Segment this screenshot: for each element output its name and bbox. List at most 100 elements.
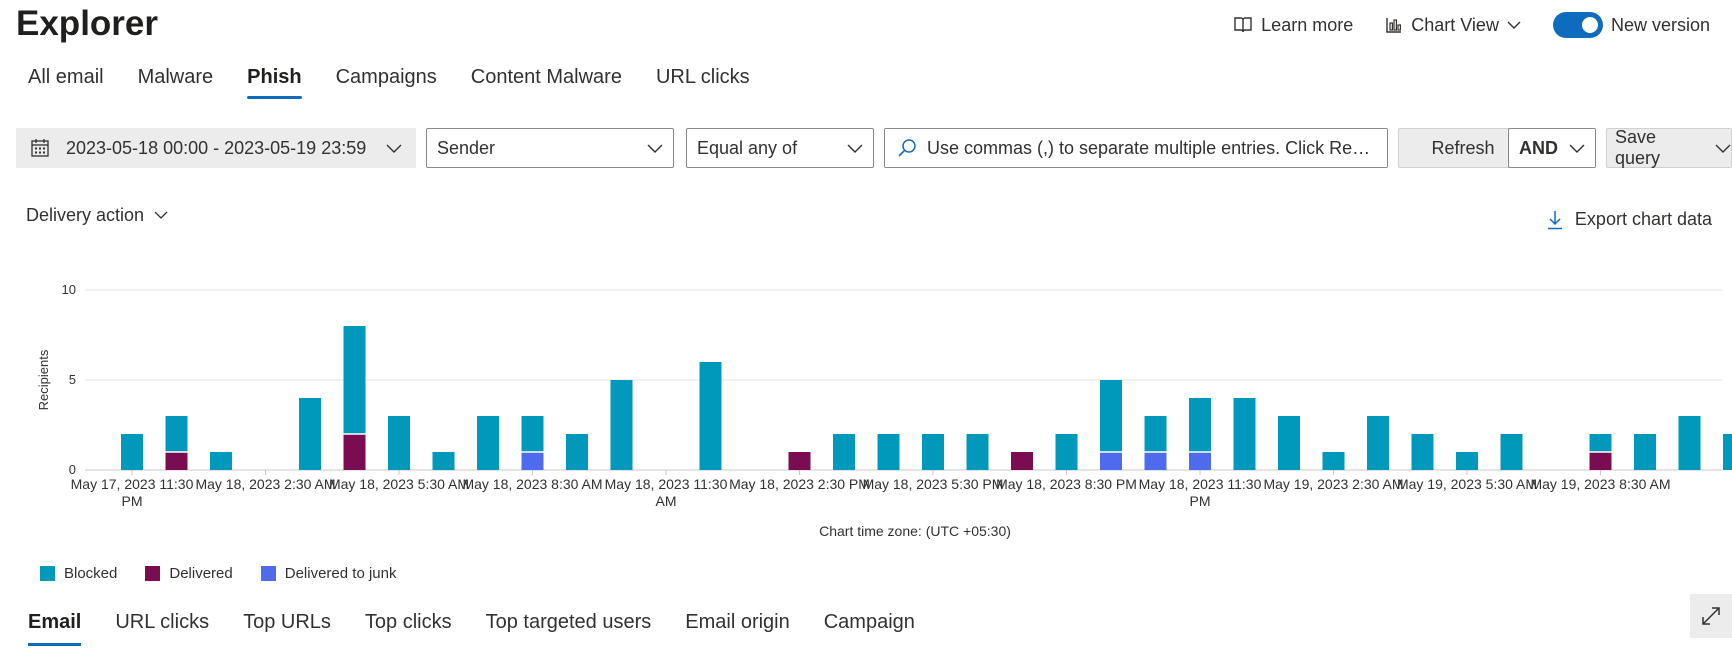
results-tabs: Email URL clicks Top URLs Top clicks Top…: [28, 611, 915, 646]
tab-top-urls[interactable]: Top URLs: [243, 611, 331, 646]
tab-email-origin[interactable]: Email origin: [685, 611, 789, 646]
group-by-dropdown[interactable]: Delivery action: [26, 205, 168, 226]
bar-blocked: [1189, 398, 1211, 452]
x-tick-label: May 17, 2023 11:30: [71, 476, 194, 492]
new-version-toggle[interactable]: New version: [1552, 12, 1710, 38]
y-tick-label: 5: [69, 372, 76, 387]
bar-blocked: [121, 434, 143, 470]
legend-label-delivered-to-junk: Delivered to junk: [284, 565, 397, 582]
bar-blocked: [388, 416, 410, 470]
bar-blocked: [343, 326, 366, 434]
tab-campaigns[interactable]: Campaigns: [336, 66, 437, 99]
export-chart-data-button[interactable]: Export chart data: [1547, 209, 1712, 230]
bar-delivered: [788, 452, 811, 470]
tab-url-clicks[interactable]: URL clicks: [656, 66, 750, 99]
field-dropdown[interactable]: Sender: [426, 128, 674, 168]
bar-blocked: [1233, 398, 1256, 470]
bar-delivered: [165, 452, 188, 470]
chevron-down-icon: [154, 211, 168, 220]
bar-blocked: [521, 416, 544, 452]
tab-email[interactable]: Email: [28, 611, 82, 646]
x-tick-label: May 18, 2023 2:30 PM: [729, 476, 870, 492]
chart-view-dropdown[interactable]: Chart View: [1385, 15, 1521, 36]
bar-delivered-to-junk: [1189, 452, 1211, 470]
bar-blocked: [1100, 380, 1122, 452]
chart-view-label: Chart View: [1411, 14, 1499, 35]
chevron-down-icon: [1569, 143, 1585, 153]
new-version-label: New version: [1610, 14, 1710, 35]
tab-url-clicks-results[interactable]: URL clicks: [115, 611, 209, 646]
chevron-down-icon: [1715, 143, 1731, 153]
field-value: Sender: [437, 137, 496, 158]
expand-icon: [1700, 605, 1722, 627]
x-tick-label: May 18, 2023 11:30: [605, 476, 728, 492]
x-tick-label: May 18, 2023 8:30 PM: [996, 476, 1137, 492]
tab-all-email[interactable]: All email: [28, 66, 104, 99]
date-range-value: 2023-05-18 00:00 - 2023-05-19 23:59: [66, 137, 367, 158]
book-icon: [1233, 16, 1253, 34]
bar-blocked: [1278, 416, 1300, 470]
bar-delivered-to-junk: [1100, 452, 1122, 470]
tab-top-clicks[interactable]: Top clicks: [365, 611, 452, 646]
legend-swatch-delivered-to-junk: [260, 566, 276, 581]
bar-blocked: [210, 452, 232, 470]
bar-blocked: [1144, 416, 1167, 452]
bar-blocked: [432, 452, 455, 470]
logic-dropdown[interactable]: AND: [1508, 128, 1596, 168]
bar-delivered-to-junk: [521, 452, 544, 470]
chart-legend: Blocked Delivered Delivered to junk: [40, 565, 396, 582]
y-tick-label: 0: [69, 462, 76, 477]
legend-label-blocked: Blocked: [64, 565, 118, 582]
chevron-down-icon: [1507, 20, 1521, 30]
tab-top-targeted-users[interactable]: Top targeted users: [486, 611, 652, 646]
bar-blocked: [877, 434, 900, 470]
date-range-picker[interactable]: 2023-05-18 00:00 - 2023-05-19 23:59: [16, 128, 416, 168]
group-by-label: Delivery action: [26, 205, 145, 225]
learn-more-link[interactable]: Learn more: [1233, 15, 1353, 36]
export-label: Export chart data: [1574, 209, 1712, 229]
tab-malware[interactable]: Malware: [138, 66, 214, 99]
page-title: Explorer: [16, 4, 158, 43]
toggle-switch[interactable]: [1552, 12, 1603, 38]
operator-value: Equal any of: [697, 137, 798, 158]
tab-campaign[interactable]: Campaign: [824, 611, 915, 646]
phish-delivery-chart: 0510RecipientsMay 17, 2023 11:30PMMay 18…: [36, 282, 1732, 509]
bar-blocked: [477, 416, 499, 470]
bar-blocked: [1411, 434, 1434, 470]
x-tick-label: May 19, 2023 5:30 AM: [1397, 476, 1537, 492]
legend-item-delivered-to-junk[interactable]: Delivered to junk: [260, 565, 397, 582]
legend-item-delivered[interactable]: Delivered: [145, 565, 233, 582]
x-tick-label: May 18, 2023 2:30 AM: [195, 476, 335, 492]
bar-blocked: [1322, 452, 1345, 470]
bar-blocked: [1367, 416, 1389, 470]
x-tick-label: May 18, 2023 8:30 AM: [462, 476, 602, 492]
tab-content-malware[interactable]: Content Malware: [471, 66, 622, 99]
bar-delivered: [1011, 452, 1033, 470]
legend-label-delivered: Delivered: [169, 565, 233, 582]
search-input[interactable]: Use commas (,) to separate multiple entr…: [884, 128, 1388, 168]
legend-swatch-blocked: [40, 566, 55, 581]
bar-blocked: [1456, 452, 1478, 470]
search-icon: [897, 138, 917, 158]
legend-item-blocked[interactable]: Blocked: [40, 565, 117, 582]
bar-blocked: [610, 380, 633, 470]
y-tick-label: 10: [62, 282, 76, 297]
download-icon: [1547, 210, 1563, 230]
x-tick-label: May 19, 2023 2:30 AM: [1263, 476, 1403, 492]
logic-value: AND: [1519, 137, 1558, 158]
legend-swatch-delivered: [145, 566, 161, 581]
bar-blocked: [966, 434, 989, 470]
expand-button[interactable]: [1690, 594, 1732, 638]
operator-dropdown[interactable]: Equal any of: [686, 128, 874, 168]
explorer-tabs: All email Malware Phish Campaigns Conten…: [28, 66, 750, 99]
bar-blocked: [833, 434, 855, 470]
bar-blocked: [1723, 434, 1732, 470]
x-tick-label: May 18, 2023 11:30: [1139, 476, 1262, 492]
x-tick-label: AM: [656, 493, 677, 509]
bar-chart-icon: [1385, 16, 1403, 34]
tab-phish[interactable]: Phish: [247, 66, 303, 99]
x-tick-label: May 19, 2023 8:30 AM: [1530, 476, 1670, 492]
bar-delivered: [1589, 452, 1612, 470]
top-actions: Learn more Chart View New version: [1233, 8, 1710, 42]
save-query-button[interactable]: Save query: [1606, 127, 1732, 168]
